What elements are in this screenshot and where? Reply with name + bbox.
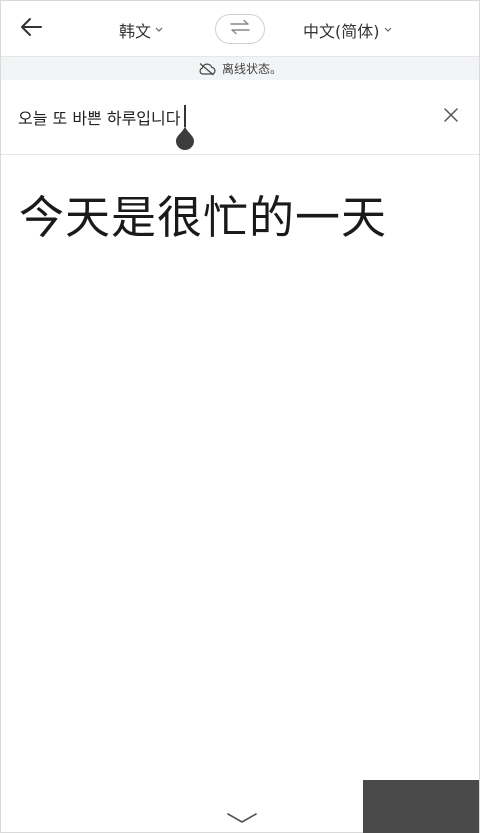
chevron-down-icon [226, 809, 258, 828]
collapse-button[interactable] [225, 809, 259, 827]
target-language-label: 中文(简体) [303, 22, 380, 41]
corner-overlay [363, 780, 479, 833]
source-text-input[interactable]: 오늘 또 바쁜 하루입니다 [18, 105, 180, 129]
offline-status-banner: 离线状态。 [1, 56, 479, 81]
back-button[interactable] [13, 13, 49, 45]
cloud-off-icon [198, 62, 216, 76]
text-cursor [184, 105, 186, 127]
target-language-selector[interactable]: 中文(简体) [303, 17, 392, 43]
source-input-area[interactable]: 오늘 또 바쁜 하루입니다 [1, 80, 479, 155]
source-language-selector[interactable]: 韩文 [119, 17, 163, 43]
chevron-down-icon [155, 27, 163, 33]
top-bar: 韩文 中文(简体) [1, 1, 479, 56]
cursor-handle[interactable] [175, 125, 195, 151]
chevron-down-icon [384, 27, 392, 33]
offline-status-text: 离线状态。 [221, 62, 282, 76]
swap-arrows-icon [229, 19, 251, 39]
app-frame: 韩文 中文(简体) 离线状态。 오늘 또 바쁜 하루입니다 今天是很忙的一天 [0, 0, 480, 833]
back-arrow-icon [19, 17, 43, 41]
translation-output: 今天是很忙的一天 [19, 191, 388, 244]
source-language-label: 韩文 [119, 22, 152, 41]
clear-button[interactable] [438, 103, 464, 129]
swap-languages-button[interactable] [215, 14, 265, 44]
close-icon [444, 107, 458, 126]
